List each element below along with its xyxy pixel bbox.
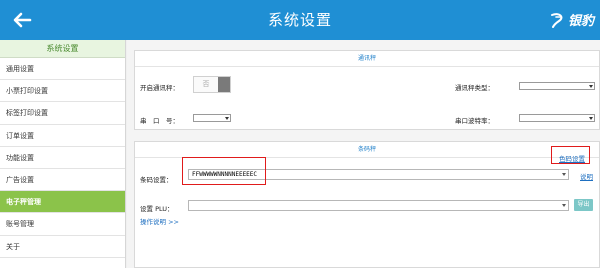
sidebar-item-function[interactable]: 功能设置 [0, 147, 125, 169]
sidebar: 系统设置 通用设置 小票打印设置 标签打印设置 订单设置 功能设置 广告设置 电… [0, 40, 126, 268]
sidebar-item-order[interactable]: 订单设置 [0, 125, 125, 147]
chevron-down-icon [225, 117, 229, 120]
sidebar-title: 系统设置 [0, 40, 125, 58]
sidebar-item-general[interactable]: 通用设置 [0, 58, 125, 81]
barcode-scale-panel: 条码秤 色码设置 条码设置： FFWWWWWNNNNNEEEEEC 说明 设置 … [134, 141, 600, 268]
page-title: 系统设置 [267, 11, 332, 29]
header-bar: 系统设置 银豹 [0, 0, 600, 40]
brand-name: 银豹 [567, 14, 594, 29]
serial-port-select[interactable] [193, 114, 231, 122]
brand-mark-icon [550, 12, 563, 28]
main-content: 通讯秤 开启通讯秤： 否 通讯秤类型： 串 口 号： 串口波特率： 条码秤 色码… [127, 40, 600, 268]
comm-scale-title: 通讯秤 [135, 51, 599, 67]
comm-scale-panel: 通讯秤 开启通讯秤： 否 通讯秤类型： 串 口 号： 串口波特率： [134, 50, 600, 130]
highlight-box-color-settings [551, 146, 590, 164]
sidebar-item-account[interactable]: 账号管理 [0, 213, 125, 236]
chevron-down-icon [589, 85, 593, 88]
baud-rate-select[interactable] [519, 114, 595, 122]
usage-instructions-link[interactable]: 操作说明 >> [140, 216, 179, 226]
explain-link[interactable]: 说明 [580, 171, 593, 181]
sidebar-item-label-print[interactable]: 标签打印设置 [0, 102, 125, 125]
sidebar-item-receipt-print[interactable]: 小票打印设置 [0, 80, 125, 103]
scale-type-select[interactable] [519, 82, 595, 90]
chevron-down-icon [562, 204, 566, 207]
enable-scale-toggle[interactable]: 否 [193, 76, 231, 93]
sidebar-item-ads[interactable]: 广告设置 [0, 169, 125, 192]
chevron-down-icon [589, 117, 593, 120]
enable-scale-label: 开启通讯秤： [140, 84, 179, 92]
sidebar-item-about[interactable]: 关于 [0, 236, 125, 258]
plu-setting-input[interactable] [188, 200, 569, 211]
export-button[interactable]: 导出 [574, 199, 593, 211]
baud-rate-label: 串口波特率： [455, 117, 494, 125]
highlight-box-barcode [182, 157, 266, 185]
toggle-knob [218, 77, 230, 92]
scale-type-label: 通讯秤类型： [455, 84, 494, 92]
chevron-down-icon [562, 173, 566, 176]
plu-setting-label: 设置 PLU： [140, 205, 174, 213]
brand-logo: 银豹 [550, 10, 594, 29]
barcode-scale-title: 条码秤 [135, 142, 599, 158]
serial-port-label: 串 口 号： [140, 117, 179, 125]
barcode-setting-label: 条码设置： [140, 176, 173, 184]
sidebar-item-scale-management[interactable]: 电子秤管理 [0, 191, 125, 214]
toggle-off-text: 否 [202, 80, 210, 88]
